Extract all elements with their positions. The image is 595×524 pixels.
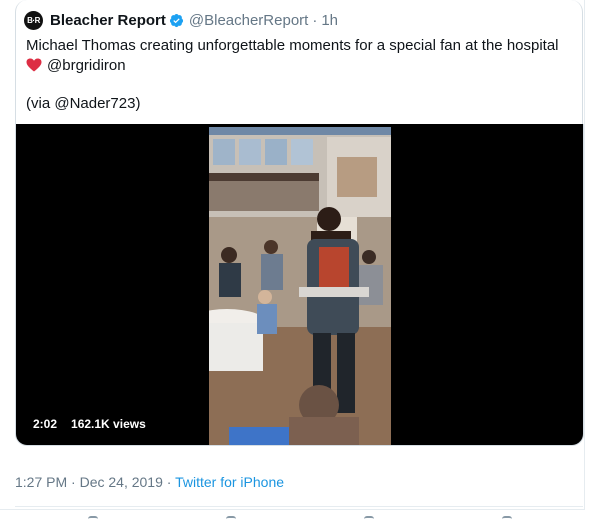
page: B·R Bleacher Report @BleacherReport · 1h… bbox=[0, 0, 595, 524]
verified-badge-icon bbox=[169, 13, 183, 27]
video-badges: 2:02 162.1K views bbox=[28, 414, 151, 434]
action-bar-partial bbox=[0, 516, 595, 524]
footer-separator: · bbox=[166, 474, 172, 490]
video-duration: 2:02 bbox=[28, 414, 63, 434]
tweet-timestamp[interactable]: 1:27 PM · Dec 24, 2019 bbox=[15, 474, 163, 490]
author-display-name[interactable]: Bleacher Report bbox=[50, 12, 166, 29]
time-ago[interactable]: 1h bbox=[321, 12, 338, 29]
reply-icon[interactable] bbox=[88, 516, 98, 524]
tweet-source-link[interactable]: Twitter for iPhone bbox=[175, 474, 284, 490]
tweet-text-line: @brgridiron bbox=[26, 56, 571, 76]
mention-link[interactable]: @brgridiron bbox=[47, 57, 126, 74]
like-icon[interactable] bbox=[364, 516, 374, 524]
divider bbox=[15, 506, 583, 507]
tweet-header: B·R Bleacher Report @BleacherReport · 1h bbox=[24, 10, 338, 30]
video-still-image bbox=[209, 127, 391, 445]
tweet-footer: 1:27 PM · Dec 24, 2019 · Twitter for iPh… bbox=[15, 474, 284, 490]
avatar[interactable]: B·R bbox=[24, 10, 43, 30]
author-handle[interactable]: @BleacherReport bbox=[189, 12, 308, 29]
header-separator: · bbox=[312, 11, 318, 29]
tweet-text: Michael Thomas creating unforgettable mo… bbox=[26, 36, 571, 114]
retweet-icon[interactable] bbox=[226, 516, 236, 524]
video-thumbnail[interactable] bbox=[209, 127, 391, 445]
tweet-text-line: Michael Thomas creating unforgettable mo… bbox=[26, 37, 559, 54]
video-player[interactable]: 2:02 162.1K views bbox=[15, 124, 584, 446]
heart-emoji-icon bbox=[26, 58, 42, 72]
share-icon[interactable] bbox=[502, 516, 512, 524]
video-views: 162.1K views bbox=[66, 414, 151, 434]
tweet-text-line: (via @Nader723) bbox=[26, 95, 141, 112]
